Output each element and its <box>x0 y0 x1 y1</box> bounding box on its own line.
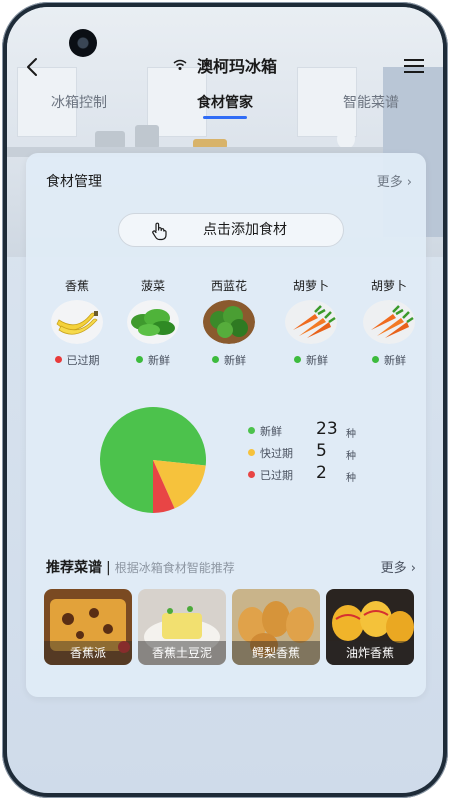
recipe-separator: | <box>106 560 111 576</box>
legend-unit: 种 <box>346 429 356 440</box>
broccoli-image <box>203 300 255 344</box>
recipe-label: 油炸香蕉 <box>326 641 414 665</box>
food-name: 胡萝卜 <box>292 279 329 293</box>
food-status: 已过期 <box>42 352 112 368</box>
food-item-spinach[interactable]: 菠菜 新鲜 <box>118 277 188 368</box>
legend-dot <box>248 427 255 434</box>
add-food-label: 点击添加食材 <box>203 222 287 238</box>
status-dot <box>212 356 219 363</box>
food-item-carrot[interactable]: 胡萝卜 新鲜 <box>354 277 424 368</box>
legend-unit: 种 <box>346 451 356 462</box>
food-more-link[interactable]: 更多 › <box>377 171 412 190</box>
recipe-subtitle: 根据冰箱食材智能推荐 <box>114 561 235 575</box>
status-label: 新鲜 <box>224 354 246 367</box>
chevron-right-icon: › <box>406 175 412 190</box>
tab-fridge-control[interactable]: 冰箱控制 <box>51 92 107 112</box>
tab-smart-recipes[interactable]: 智能菜谱 <box>343 92 399 112</box>
status-label: 新鲜 <box>306 354 328 367</box>
recipe-header: 推荐菜谱 | 根据冰箱食材智能推荐 更多 › <box>46 557 416 577</box>
food-status: 新鲜 <box>354 352 424 368</box>
legend-dot <box>248 449 255 456</box>
food-status: 新鲜 <box>194 352 264 368</box>
tap-hand-icon <box>152 222 167 241</box>
recipe-label: 香蕉土豆泥 <box>138 641 226 665</box>
add-food-button[interactable]: 点击添加食材 <box>118 213 344 247</box>
food-item-carrot[interactable]: 胡萝卜 新鲜 <box>276 277 346 368</box>
status-dot <box>372 356 379 363</box>
legend-count: 5 <box>316 441 327 461</box>
recipe-card-avocado-banana[interactable]: 鳄梨香蕉 <box>232 589 320 665</box>
food-more-label: 更多 <box>376 175 403 190</box>
title-bar: 澳柯玛冰箱 <box>7 53 443 77</box>
status-dot <box>294 356 301 363</box>
freshness-legend: 新鲜 23 种 快过期 5 种 已过期 2 种 <box>248 419 408 489</box>
wifi-icon <box>173 59 187 70</box>
recipe-card-fried-banana[interactable]: 油炸香蕉 <box>326 589 414 665</box>
food-status: 新鲜 <box>118 352 188 368</box>
legend-label: 快过期 <box>260 447 293 460</box>
recipe-label: 香蕉派 <box>44 641 132 665</box>
carrot-image <box>285 300 337 344</box>
legend-row-expiring: 快过期 5 种 <box>248 441 408 467</box>
status-label: 新鲜 <box>384 354 406 367</box>
recipe-label: 鳄梨香蕉 <box>232 641 320 665</box>
food-section-title: 食材管理 <box>46 174 102 190</box>
food-status: 新鲜 <box>276 352 346 368</box>
chevron-right-icon: › <box>410 561 416 576</box>
tab-bar: 冰箱控制 食材管家 智能菜谱 <box>7 92 443 122</box>
food-list: 香蕉 已过期 菠菜 新鲜 西蓝花 新鲜 胡萝卜 新鲜 胡萝卜 新鲜 <box>26 277 426 367</box>
freshness-pie-chart <box>88 405 218 515</box>
banana-image <box>51 300 103 344</box>
recipe-section-title: 推荐菜谱 <box>46 560 102 576</box>
recipe-list: 香蕉派 香蕉土豆泥 鳄梨香蕉 油炸香蕉 <box>44 589 414 665</box>
status-dot <box>136 356 143 363</box>
status-label: 新鲜 <box>148 354 170 367</box>
app-header: 澳柯玛冰箱 <box>7 47 443 87</box>
legend-unit: 种 <box>346 473 356 484</box>
menu-icon[interactable] <box>403 57 425 75</box>
food-name: 香蕉 <box>64 279 89 293</box>
recipe-card-banana-pie[interactable]: 香蕉派 <box>44 589 132 665</box>
recipe-more-link[interactable]: 更多 › <box>381 557 416 576</box>
legend-count: 2 <box>316 463 327 483</box>
legend-label: 新鲜 <box>260 425 282 438</box>
content-panel: 食材管理 更多 › 点击添加食材 香蕉 已过期 菠菜 新鲜 西蓝花 新鲜 胡萝卜… <box>26 153 426 697</box>
food-name: 西蓝花 <box>210 279 247 293</box>
legend-row-expired: 已过期 2 种 <box>248 463 408 489</box>
legend-count: 23 <box>316 419 338 439</box>
active-tab-indicator <box>203 116 247 119</box>
tab-food-manager[interactable]: 食材管家 <box>197 92 253 112</box>
legend-dot <box>248 471 255 478</box>
pot <box>135 125 159 149</box>
food-name: 胡萝卜 <box>370 279 407 293</box>
app-title: 澳柯玛冰箱 <box>196 57 277 76</box>
recipe-more-label: 更多 <box>380 561 407 576</box>
status-label: 已过期 <box>66 354 100 367</box>
spinach-image <box>127 300 179 344</box>
legend-row-fresh: 新鲜 23 种 <box>248 419 408 445</box>
plate <box>337 129 355 149</box>
food-item-broccoli[interactable]: 西蓝花 新鲜 <box>194 277 264 368</box>
food-name: 菠菜 <box>140 279 165 293</box>
phone-frame: 澳柯玛冰箱 冰箱控制 食材管家 智能菜谱 食材管理 更多 › 点击添加食材 香蕉… <box>2 2 448 798</box>
legend-label: 已过期 <box>260 469 293 482</box>
app-screen: 澳柯玛冰箱 冰箱控制 食材管家 智能菜谱 食材管理 更多 › 点击添加食材 香蕉… <box>7 7 443 793</box>
food-item-banana[interactable]: 香蕉 已过期 <box>42 277 112 368</box>
recipe-card-banana-mash[interactable]: 香蕉土豆泥 <box>138 589 226 665</box>
carrot-image <box>363 300 415 344</box>
status-dot <box>54 356 62 363</box>
